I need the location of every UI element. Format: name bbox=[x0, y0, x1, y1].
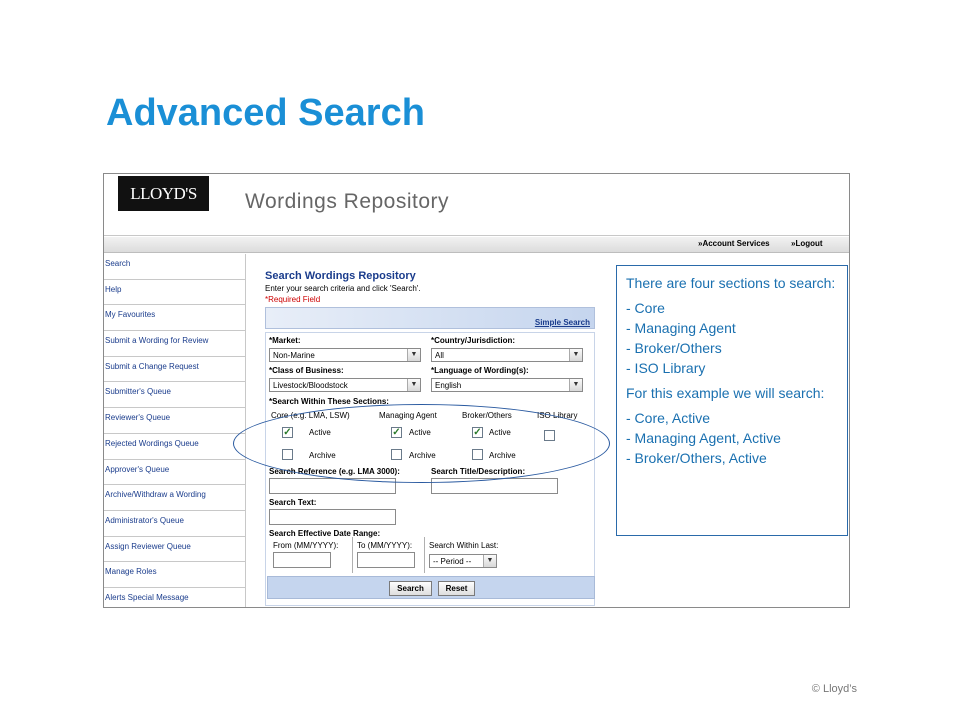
search-button[interactable]: Search bbox=[389, 581, 432, 596]
callout-example-intro: For this example we will search: bbox=[626, 385, 825, 401]
form-instructions: Enter your search criteria and click 'Se… bbox=[265, 284, 421, 293]
account-services-link[interactable]: »Account Services bbox=[698, 239, 770, 248]
sidebar-item-my-favourites[interactable]: My Favourites bbox=[104, 305, 245, 332]
chevron-down-icon: ▼ bbox=[569, 349, 582, 361]
slide-title: Advanced Search bbox=[106, 92, 425, 134]
market-select-value: Non-Marine bbox=[273, 351, 315, 360]
sidebar-item-administrators-queue[interactable]: Administrator's Queue bbox=[104, 510, 245, 537]
chevron-down-icon: ▼ bbox=[483, 555, 496, 567]
from-date-input[interactable] bbox=[273, 552, 331, 568]
market-label: *Market: bbox=[269, 336, 301, 345]
sidebar: Search Help My Favourites Submit a Wordi… bbox=[104, 254, 246, 607]
class-of-business-value: Livestock/Bloodstock bbox=[273, 381, 348, 390]
top-nav-bar: »Account Services »Logout bbox=[104, 237, 849, 253]
sidebar-item-search[interactable]: Search bbox=[104, 254, 245, 280]
callout-section-iso-library: - ISO Library bbox=[626, 360, 706, 376]
search-text-input[interactable] bbox=[269, 509, 396, 525]
sidebar-item-alerts-special-message[interactable]: Alerts Special Message bbox=[104, 587, 245, 607]
date-divider bbox=[424, 537, 425, 573]
callout-intro: There are four sections to search: bbox=[626, 275, 836, 291]
sidebar-item-assign-reviewer-queue[interactable]: Assign Reviewer Queue bbox=[104, 536, 245, 563]
period-select[interactable]: -- Period -- ▼ bbox=[429, 554, 497, 568]
sidebar-item-submit-wording[interactable]: Submit a Wording for Review bbox=[104, 331, 245, 357]
lloyds-logo: LLOYD'S bbox=[118, 176, 209, 211]
sidebar-item-submitters-queue[interactable]: Submitter's Queue bbox=[104, 382, 245, 409]
date-range-box: From (MM/YYYY): To (MM/YYYY): Search Wit… bbox=[269, 537, 599, 573]
logout-link[interactable]: »Logout bbox=[791, 239, 823, 248]
within-last-label: Search Within Last: bbox=[429, 541, 499, 550]
app-header: LLOYD'S Wordings Repository bbox=[104, 174, 849, 236]
language-label: *Language of Wording(s): bbox=[431, 366, 529, 375]
sidebar-item-approvers-queue[interactable]: Approver's Queue bbox=[104, 459, 245, 486]
app-title: Wordings Repository bbox=[245, 190, 450, 213]
country-label: *Country/Jurisdiction: bbox=[431, 336, 516, 345]
sidebar-item-submit-change-request[interactable]: Submit a Change Request bbox=[104, 356, 245, 383]
chevron-down-icon: ▼ bbox=[569, 379, 582, 391]
callout-section-core: - Core bbox=[626, 300, 665, 316]
from-date-label: From (MM/YYYY): bbox=[273, 541, 339, 550]
callout-box: There are four sections to search: - Cor… bbox=[616, 265, 848, 536]
highlight-ellipse bbox=[233, 404, 610, 483]
class-of-business-select[interactable]: Livestock/Bloodstock ▼ bbox=[269, 378, 421, 392]
callout-sections-list: - Core - Managing Agent - Broker/Others … bbox=[626, 298, 838, 378]
market-select[interactable]: Non-Marine ▼ bbox=[269, 348, 421, 362]
language-select-value: English bbox=[435, 381, 462, 390]
callout-section-managing-agent: - Managing Agent bbox=[626, 320, 736, 336]
callout-example-broker-others: - Broker/Others, Active bbox=[626, 450, 767, 466]
language-select[interactable]: English ▼ bbox=[431, 378, 583, 392]
callout-example-core: - Core, Active bbox=[626, 410, 711, 426]
to-date-input[interactable] bbox=[357, 552, 415, 568]
copyright: © Lloyd’s bbox=[811, 683, 857, 695]
sidebar-item-manage-roles[interactable]: Manage Roles bbox=[104, 562, 245, 588]
callout-example-managing-agent: - Managing Agent, Active bbox=[626, 430, 781, 446]
date-divider bbox=[352, 537, 353, 573]
form-button-bar: Search Reset bbox=[267, 576, 595, 599]
period-select-value: -- Period -- bbox=[433, 557, 472, 566]
sidebar-item-help[interactable]: Help bbox=[104, 279, 245, 306]
search-text-label: Search Text: bbox=[269, 498, 317, 507]
callout-example-list: - Core, Active - Managing Agent, Active … bbox=[626, 408, 838, 468]
required-field-note: *Required Field bbox=[265, 295, 321, 304]
sidebar-item-reviewers-queue[interactable]: Reviewer's Queue bbox=[104, 408, 245, 434]
simple-search-link[interactable]: Simple Search bbox=[535, 318, 590, 327]
callout-section-broker-others: - Broker/Others bbox=[626, 340, 722, 356]
country-select-value: All bbox=[435, 351, 444, 360]
form-title: Search Wordings Repository bbox=[265, 270, 416, 282]
chevron-down-icon: ▼ bbox=[407, 349, 420, 361]
simple-search-bar: Simple Search bbox=[265, 307, 595, 329]
sidebar-item-rejected-wordings-queue[interactable]: Rejected Wordings Queue bbox=[104, 433, 245, 460]
to-date-label: To (MM/YYYY): bbox=[357, 541, 413, 550]
class-of-business-label: *Class of Business: bbox=[269, 366, 344, 375]
reset-button[interactable]: Reset bbox=[438, 581, 475, 596]
sidebar-item-archive-withdraw[interactable]: Archive/Withdraw a Wording bbox=[104, 485, 245, 511]
country-select[interactable]: All ▼ bbox=[431, 348, 583, 362]
chevron-down-icon: ▼ bbox=[407, 379, 420, 391]
